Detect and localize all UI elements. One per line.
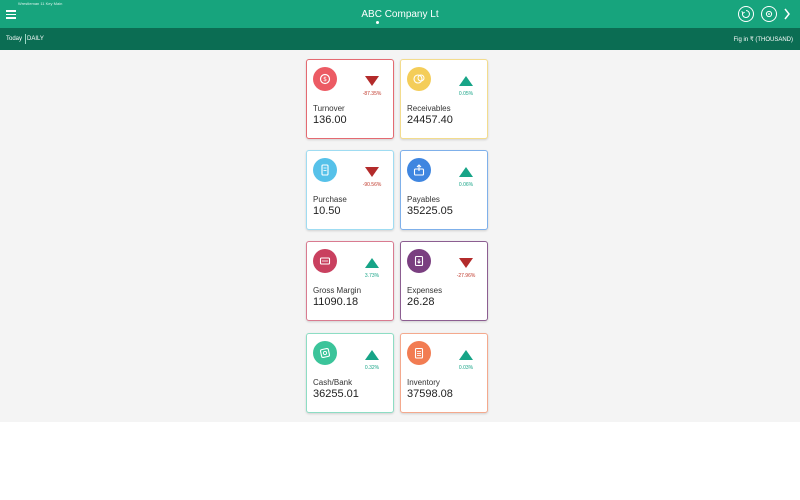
kpi-label: Gross Margin — [313, 286, 362, 295]
today-label[interactable]: Today — [6, 36, 22, 42]
settings-button[interactable] — [761, 6, 777, 22]
kpi-label: Receivables — [407, 104, 451, 113]
trend-down-icon — [365, 73, 379, 86]
units-label: Fig in ₹ (THOUSAND) — [733, 37, 794, 43]
kpi-value: 26.28 — [407, 296, 435, 308]
svg-text:$: $ — [323, 76, 327, 83]
kpi-value: 24457.40 — [407, 114, 453, 126]
change-percent: 0.05% — [458, 91, 474, 97]
kpi-label: Inventory — [407, 378, 440, 387]
company-title[interactable]: ABC Company Lt — [0, 9, 800, 20]
kpi-value: 36255.01 — [313, 388, 359, 400]
period-selector[interactable]: DAILY — [27, 36, 44, 42]
trend-up-icon — [459, 347, 473, 360]
dashboard-grid: $ -87.35% Turnover 136.00 0.05% Receivables 24… — [0, 50, 800, 422]
refresh-icon — [741, 10, 750, 18]
divider — [25, 34, 26, 44]
change-percent: -87.35% — [362, 91, 382, 97]
kpi-card-receivables[interactable]: 0.05% Receivables 24457.40 — [400, 59, 488, 139]
kpi-value: 136.00 — [313, 114, 347, 126]
kpi-label: Purchase — [313, 195, 347, 204]
money-bag-icon: $ — [313, 67, 337, 91]
clipboard-icon — [407, 341, 431, 365]
hand-cash-icon — [407, 249, 431, 273]
kpi-card-expenses[interactable]: -27.96% Expenses 26.28 — [400, 241, 488, 321]
kpi-card-purchase[interactable]: -90.56% Purchase 10.50 — [306, 150, 394, 230]
coin-stack-icon — [407, 67, 431, 91]
kpi-label: Cash/Bank — [313, 378, 353, 387]
change-percent: -27.96% — [456, 273, 476, 279]
gear-icon — [765, 10, 773, 18]
change-percent: 3.73% — [364, 273, 380, 279]
kpi-card-cash-bank[interactable]: 0.32% Cash/Bank 36255.01 — [306, 333, 394, 413]
trend-up-icon — [365, 347, 379, 360]
title-dropdown-indicator — [376, 21, 379, 24]
kpi-card-gross-margin[interactable]: 3.73% Gross Margin 11090.18 — [306, 241, 394, 321]
sync-button[interactable] — [738, 6, 754, 22]
kpi-card-turnover[interactable]: $ -87.35% Turnover 136.00 — [306, 59, 394, 139]
trend-up-icon — [459, 164, 473, 177]
kpi-value: 11090.18 — [313, 296, 359, 308]
kpi-card-inventory[interactable]: 0.03% Inventory 37598.08 — [400, 333, 488, 413]
change-percent: 0.32% — [364, 365, 380, 371]
change-percent: 0.06% — [458, 182, 474, 188]
outbox-icon — [407, 158, 431, 182]
cart-icon — [313, 249, 337, 273]
kpi-label: Payables — [407, 195, 440, 204]
trend-up-icon — [459, 73, 473, 86]
banknote-icon — [313, 341, 337, 365]
trend-down-icon — [459, 255, 473, 268]
chevron-right-icon — [784, 8, 790, 20]
trend-up-icon — [365, 255, 379, 268]
status-text: Wrestleman 11 Key Main — [18, 1, 63, 6]
change-percent: 0.03% — [458, 365, 474, 371]
kpi-label: Turnover — [313, 104, 345, 113]
change-percent: -90.56% — [362, 182, 382, 188]
kpi-card-payables[interactable]: 0.06% Payables 35225.05 — [400, 150, 488, 230]
kpi-value: 35225.05 — [407, 205, 453, 217]
trend-down-icon — [365, 164, 379, 177]
receipt-icon — [313, 158, 337, 182]
kpi-value: 37598.08 — [407, 388, 453, 400]
next-button[interactable] — [782, 7, 792, 21]
kpi-value: 10.50 — [313, 205, 341, 217]
filter-bar: Today DAILY Fig in ₹ (THOUSAND) — [0, 28, 800, 50]
top-app-bar: Wrestleman 11 Key Main ABC Company Lt — [0, 0, 800, 28]
kpi-label: Expenses — [407, 286, 443, 295]
